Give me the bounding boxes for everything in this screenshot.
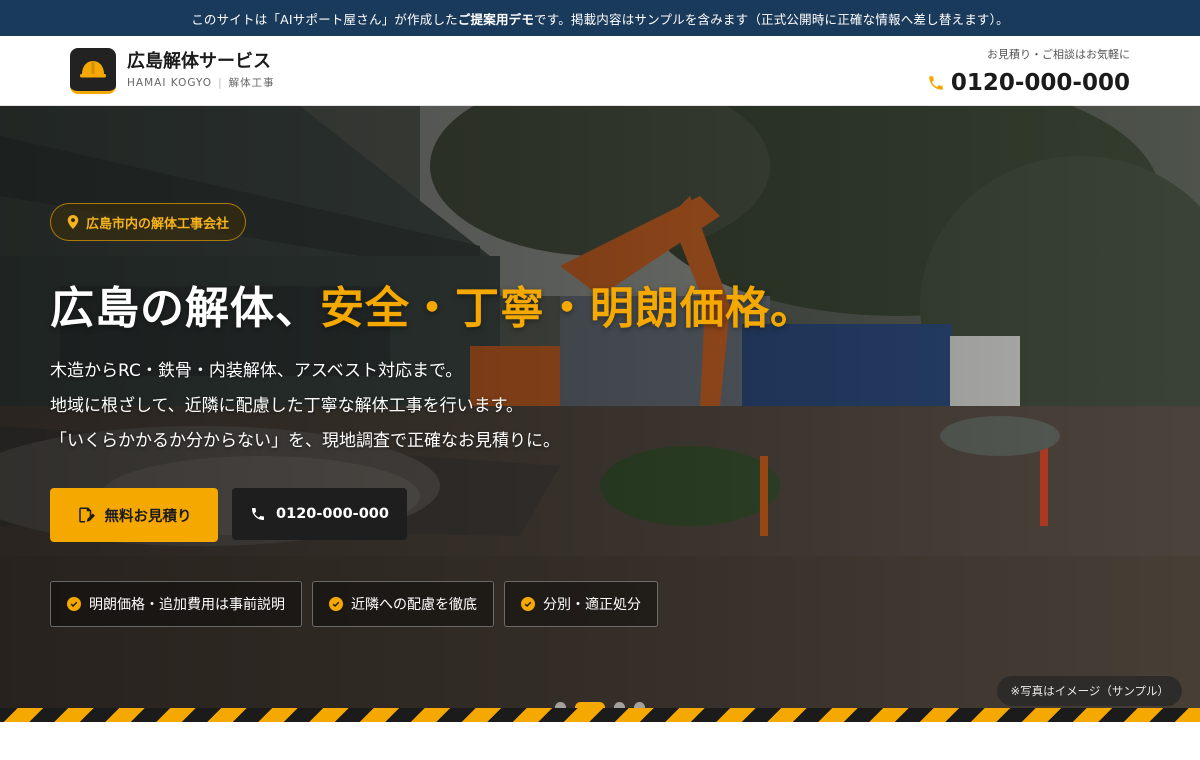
hero-section: 広島市内の解体工事会社 広島の解体、安全・丁寧・明朗価格。 木造からRC・鉄骨・… <box>0 106 1200 722</box>
phone-icon <box>252 508 265 520</box>
brand-logo-link[interactable]: 広島解体サービス HAMAI KOGYO | 解体工事 <box>70 47 275 94</box>
notice-suffix: です。掲載内容はサンプルを含みます（正式公開時に正確な情報へ差し替えます）。 <box>534 11 1009 27</box>
desc-line: 「いくらかかるか分からない」を、現地調査で正確なお見積りに。 <box>50 431 560 451</box>
desc-line: 地域に根ざして、近隣に配慮した丁寧な解体工事を行います。 <box>50 396 523 416</box>
hero-headline: 広島の解体、安全・丁寧・明朗価格。 <box>50 272 815 336</box>
feature-tag: 近隣への配慮を徹底 <box>312 581 494 627</box>
feature-tag: 明朗価格・追加費用は事前説明 <box>50 581 302 627</box>
hero-description: 木造からRC・鉄骨・内装解体、アスベスト対応まで。 地域に根ざして、近隣に配慮し… <box>50 354 560 459</box>
feature-tags: 明朗価格・追加費用は事前説明 近隣への配慮を徹底 分別・適正処分 <box>50 581 658 627</box>
cta-buttons: 無料お見積り 0120-000-000 <box>50 488 407 542</box>
headline-accent: 安全・丁寧・明朗価格。 <box>320 283 815 334</box>
brand-divider: | <box>218 77 223 90</box>
free-estimate-button[interactable]: 無料お見積り <box>50 488 218 542</box>
brand-name: 広島解体サービス <box>127 50 271 72</box>
brand-roman: HAMAI KOGYO <box>127 77 213 90</box>
brand-category: 解体工事 <box>228 77 275 90</box>
phone-icon <box>929 75 943 90</box>
notice-prefix: このサイトは「AIサポート屋さん」が作成した <box>191 11 458 27</box>
check-icon <box>67 597 81 611</box>
document-edit-icon <box>78 507 95 523</box>
desc-line: 木造からRC・鉄骨・内装解体、アスベスト対応まで。 <box>50 361 463 381</box>
check-icon <box>329 597 343 611</box>
feature-tag: 分別・適正処分 <box>504 581 658 627</box>
map-pin-icon <box>67 215 79 229</box>
headline-plain: 広島の解体、 <box>50 283 320 334</box>
brand-subtitle: HAMAI KOGYO | 解体工事 <box>127 75 275 90</box>
feature-label: 近隣への配慮を徹底 <box>351 597 477 613</box>
notice-bold: ご提案用デモ <box>457 11 535 27</box>
demo-notice-bar: このサイトは「AIサポート屋さん」が作成した ご提案用デモ です。掲載内容はサンプル… <box>0 0 1200 36</box>
phone-call-button[interactable]: 0120-000-000 <box>232 488 407 540</box>
header-phone-number: 0120-000-000 <box>950 69 1130 96</box>
site-header: 広島解体サービス HAMAI KOGYO | 解体工事 お見積り・ご相談はお気軽に … <box>0 36 1200 106</box>
badge-label: 広島市内の解体工事会社 <box>86 216 230 232</box>
hazard-stripe-divider <box>0 708 1200 722</box>
photo-caption: ※写真はイメージ（サンプル） <box>997 676 1182 706</box>
location-badge: 広島市内の解体工事会社 <box>50 203 247 241</box>
check-icon <box>521 597 535 611</box>
helmet-icon <box>70 47 116 94</box>
contact-lead: お見積り・ご相談はお気軽に <box>987 47 1130 61</box>
page-below-fold <box>0 722 1200 760</box>
feature-label: 明朗価格・追加費用は事前説明 <box>89 597 285 613</box>
free-estimate-label: 無料お見積り <box>104 508 192 525</box>
header-phone-link[interactable]: 0120-000-000 <box>927 70 1130 96</box>
phone-call-label: 0120-000-000 <box>276 506 389 522</box>
header-contact: お見積り・ご相談はお気軽に 0120-000-000 <box>927 46 1130 96</box>
feature-label: 分別・適正処分 <box>543 597 641 613</box>
